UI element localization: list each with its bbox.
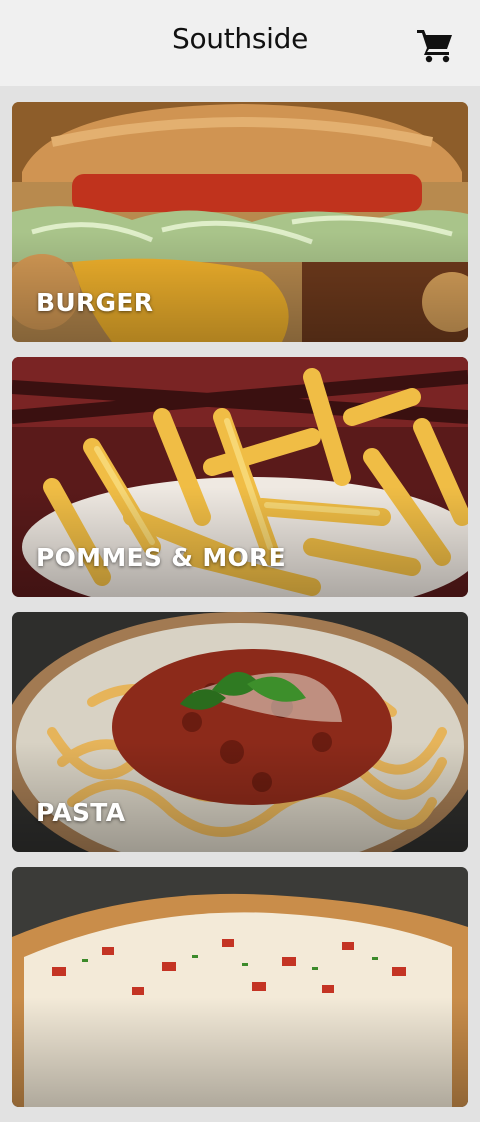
page-title: Southside <box>171 22 309 55</box>
category-list: BURGER POMMES & MORE PASTA <box>12 102 468 1122</box>
label-shade <box>12 997 468 1107</box>
category-label: BURGER <box>36 288 154 317</box>
category-card-tarte[interactable] <box>12 867 468 1107</box>
app-header: Southside <box>0 0 480 86</box>
label-shade <box>12 742 468 852</box>
category-card-pommes[interactable]: POMMES & MORE <box>12 357 468 597</box>
category-label: POMMES & MORE <box>36 543 286 572</box>
category-label: PASTA <box>36 798 126 827</box>
category-card-pasta[interactable]: PASTA <box>12 612 468 852</box>
shopping-cart-icon[interactable] <box>415 24 455 64</box>
label-shade <box>12 487 468 597</box>
category-card-burger[interactable]: BURGER <box>12 102 468 342</box>
label-shade <box>12 232 468 342</box>
